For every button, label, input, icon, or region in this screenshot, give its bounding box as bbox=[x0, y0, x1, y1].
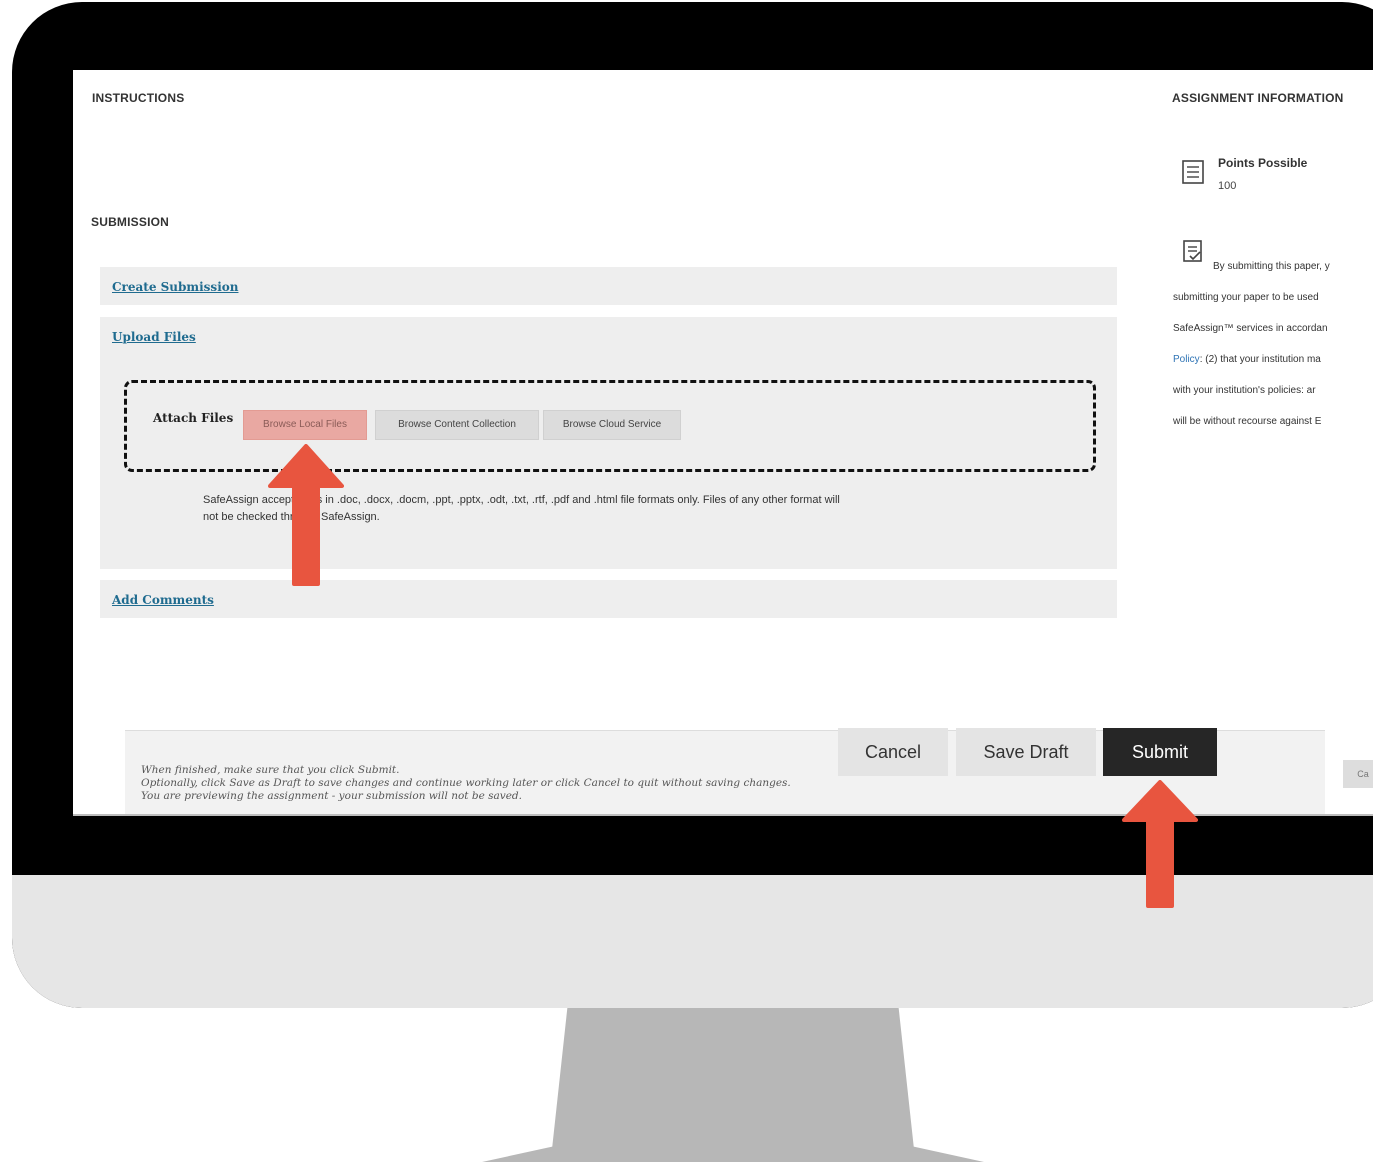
cancel-button-cut[interactable]: Ca bbox=[1343, 760, 1373, 788]
add-comments-panel: Add Comments bbox=[100, 580, 1117, 618]
arrow-up-icon bbox=[268, 444, 344, 586]
upload-files-link[interactable]: Upload Files bbox=[112, 330, 196, 344]
attach-files-label: Attach Files bbox=[153, 411, 234, 425]
policy-line: SafeAssign™ services in accordan bbox=[1173, 322, 1328, 334]
action-buttons-callout bbox=[753, 643, 1166, 721]
browse-cloud-service-button[interactable]: Browse Cloud Service bbox=[543, 410, 681, 440]
submit-footer-text: When finished, make sure that you click … bbox=[141, 764, 791, 803]
footer-line: Optionally, click Save as Draft to save … bbox=[141, 777, 791, 789]
policy-line: By submitting this paper, y bbox=[1213, 260, 1330, 272]
policy-link[interactable]: Policy bbox=[1173, 354, 1200, 365]
policy-line: will be without recourse against E bbox=[1173, 415, 1322, 427]
list-icon bbox=[1182, 160, 1204, 184]
policy-line: submitting your paper to be used bbox=[1173, 291, 1319, 303]
add-comments-link[interactable]: Add Comments bbox=[112, 593, 214, 607]
points-possible-value: 100 bbox=[1218, 180, 1237, 192]
create-submission-link[interactable]: Create Submission bbox=[112, 280, 238, 294]
points-possible-label: Points Possible bbox=[1218, 156, 1308, 170]
monitor-stand bbox=[482, 1008, 984, 1162]
policy-line: with your institution's policies: ar bbox=[1173, 384, 1316, 396]
footer-line: You are previewing the assignment - your… bbox=[141, 790, 522, 802]
browse-local-files-button[interactable]: Browse Local Files bbox=[243, 410, 367, 440]
create-submission-panel: Create Submission bbox=[100, 267, 1117, 305]
policy-line: Policy: (2) that your institution ma bbox=[1173, 352, 1373, 368]
cancel-button[interactable]: Cancel bbox=[838, 728, 948, 776]
assignment-info-heading: ASSIGNMENT INFORMATION bbox=[1172, 91, 1344, 105]
safeassign-policy-text: By submitting this paper, y submitting y… bbox=[1173, 243, 1373, 445]
submit-button[interactable]: Submit bbox=[1103, 728, 1217, 776]
instructions-heading: INSTRUCTIONS bbox=[92, 91, 185, 105]
submission-heading: SUBMISSION bbox=[91, 215, 170, 229]
arrow-up-icon bbox=[1122, 780, 1198, 908]
footer-line: When finished, make sure that you click … bbox=[141, 764, 400, 776]
policy-line-rest: : (2) that your institution ma bbox=[1199, 353, 1321, 365]
monitor-screen: INSTRUCTIONS SUBMISSION ASSIGNMENT INFOR… bbox=[73, 70, 1373, 816]
browse-content-collection-button[interactable]: Browse Content Collection bbox=[375, 410, 539, 440]
save-draft-button[interactable]: Save Draft bbox=[956, 728, 1096, 776]
